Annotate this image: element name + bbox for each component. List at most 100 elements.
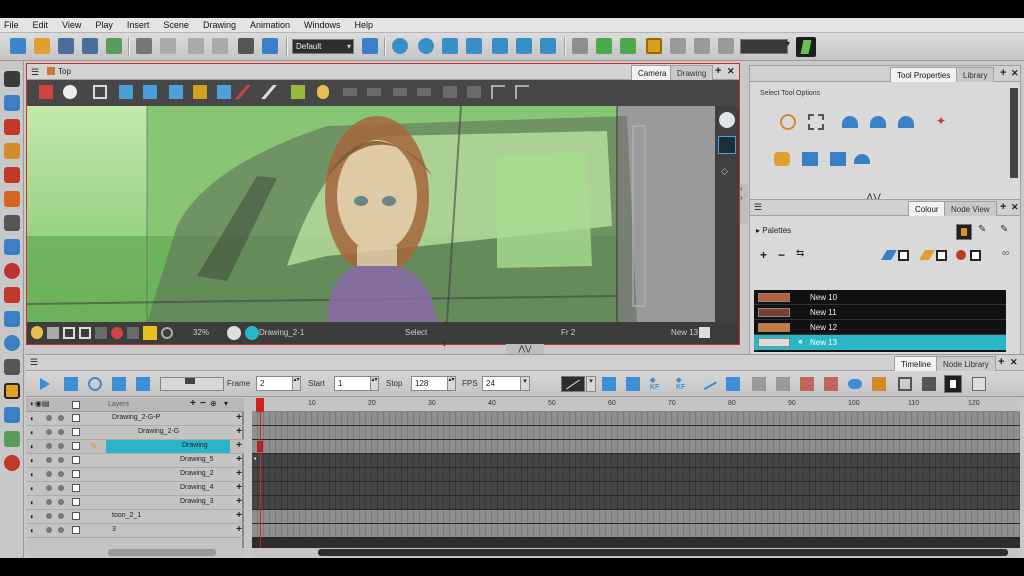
- layer-row[interactable]: ◐ ✎ Drawing +: [26, 440, 244, 454]
- frame-icon[interactable]: [63, 327, 75, 339]
- settings-gear-icon[interactable]: [63, 85, 77, 99]
- workspace-select[interactable]: Default ▾: [292, 39, 354, 54]
- close-icon[interactable]: ✕: [1011, 68, 1019, 79]
- lock-dot-icon[interactable]: [46, 457, 52, 463]
- playhead-handle[interactable]: [256, 398, 264, 412]
- swatch-row[interactable]: New 11: [754, 305, 1006, 320]
- create-drawing-icon[interactable]: [626, 377, 640, 391]
- frame-row[interactable]: [252, 426, 1020, 440]
- lock-dot-icon[interactable]: [46, 527, 52, 533]
- frame-row[interactable]: [252, 482, 1020, 496]
- remove-colour-icon[interactable]: −: [778, 248, 785, 262]
- select-tool-icon[interactable]: [4, 71, 20, 87]
- eraser-tool-icon[interactable]: [4, 191, 20, 207]
- playback-speed-slider[interactable]: [160, 377, 224, 391]
- light-table-icon[interactable]: [169, 85, 183, 99]
- unpaint-icon[interactable]: [956, 250, 966, 260]
- layer-checkbox[interactable]: [72, 498, 80, 506]
- dropper-tool-icon[interactable]: [4, 263, 20, 279]
- start-spinner[interactable]: ▴▾: [370, 376, 379, 391]
- zoom-level[interactable]: 32%: [193, 328, 209, 337]
- overlay-icon[interactable]: [443, 86, 457, 98]
- undo-icon[interactable]: [136, 38, 152, 54]
- menu-animation[interactable]: Animation: [250, 20, 290, 30]
- tab-drawing[interactable]: Drawing: [670, 65, 714, 80]
- lock-dot-icon[interactable]: [46, 499, 52, 505]
- reset-view-icon[interactable]: [217, 85, 231, 99]
- menu-edit[interactable]: Edit: [33, 20, 49, 30]
- align-top-icon[interactable]: [515, 85, 529, 99]
- save-icon[interactable]: [58, 38, 74, 54]
- peg-icon[interactable]: [646, 38, 662, 54]
- gear-icon[interactable]: [227, 326, 241, 340]
- apply-to-all-icon[interactable]: [774, 152, 790, 166]
- layer-checkbox[interactable]: [72, 470, 80, 478]
- menu-hamburger-icon[interactable]: ☰: [31, 67, 39, 78]
- pivot-icon[interactable]: [418, 38, 434, 54]
- frame-row[interactable]: [252, 412, 1020, 426]
- pin-red-icon[interactable]: ✦: [936, 114, 946, 128]
- solo-dot-icon[interactable]: [58, 485, 64, 491]
- display-icon[interactable]: [417, 88, 431, 96]
- menu-help[interactable]: Help: [355, 20, 374, 30]
- view-eye-icon[interactable]: [719, 112, 735, 128]
- light-bulb-icon[interactable]: [31, 326, 43, 339]
- menu-scene[interactable]: Scene: [163, 20, 189, 30]
- menu-hamburger-icon[interactable]: ☰: [30, 357, 38, 368]
- solo-dot-icon[interactable]: [58, 513, 64, 519]
- new-scene-icon[interactable]: [10, 38, 26, 54]
- visibility-icon[interactable]: ◐: [30, 484, 35, 493]
- lock-dot-icon[interactable]: [46, 485, 52, 491]
- remove-keyframe-icon[interactable]: [718, 38, 734, 54]
- timeline-settings-icon[interactable]: [972, 377, 986, 391]
- workspace-manager-icon[interactable]: [362, 38, 378, 54]
- add-layer-icon[interactable]: +: [236, 468, 242, 479]
- add-layer-icon[interactable]: +: [190, 398, 196, 409]
- menu-play[interactable]: Play: [95, 20, 113, 30]
- smooth-icon[interactable]: [854, 154, 870, 164]
- open-folder-icon[interactable]: [34, 38, 50, 54]
- zoom-tool-icon[interactable]: [4, 311, 20, 327]
- layer-name[interactable]: Drawing_4: [176, 482, 230, 495]
- ease-icon[interactable]: [752, 377, 766, 391]
- visibility-icon[interactable]: ◐: [30, 414, 35, 423]
- stop-motion-icon[interactable]: [726, 377, 740, 391]
- layer-row[interactable]: ◐ Drawing_4 +: [26, 482, 244, 496]
- camera-tool-icon[interactable]: [4, 407, 20, 423]
- visibility-icon[interactable]: ◐: [30, 498, 35, 507]
- remove-keyframe-icon[interactable]: ◆ KF: [676, 376, 685, 391]
- library-icon[interactable]: [262, 38, 278, 54]
- matte-icon[interactable]: [367, 88, 381, 96]
- layer-row[interactable]: ◐ Drawing_5 +: [26, 454, 244, 468]
- lasso-icon[interactable]: [780, 114, 796, 130]
- pen-tablet-icon[interactable]: [796, 37, 816, 57]
- visibility-header-icon[interactable]: ◐◉▤: [30, 399, 49, 408]
- snap-point-icon[interactable]: [870, 116, 886, 128]
- deformer-icon[interactable]: [572, 38, 588, 54]
- pencil-tool-icon[interactable]: [4, 143, 20, 159]
- cup-tool-icon[interactable]: [4, 455, 20, 471]
- colour-select[interactable]: [740, 39, 788, 54]
- visibility-icon[interactable]: ◐: [30, 456, 35, 465]
- flip-icon[interactable]: [802, 152, 818, 166]
- bone-tool-icon[interactable]: [4, 431, 20, 447]
- extend-exposure-icon[interactable]: [848, 379, 862, 389]
- add-layer-icon[interactable]: +: [236, 482, 242, 493]
- layer-name[interactable]: toon_2_1: [108, 510, 230, 523]
- visibility-icon[interactable]: ◐: [30, 428, 35, 437]
- swatch-row[interactable]: New 10: [754, 290, 1006, 305]
- paint-bucket-icon[interactable]: [919, 250, 935, 260]
- layer-properties-icon[interactable]: [898, 377, 912, 391]
- paint-tool-icon[interactable]: [4, 167, 20, 183]
- close-icon[interactable]: ✕: [1011, 202, 1019, 213]
- layer-checkbox[interactable]: [72, 414, 80, 422]
- layer-name[interactable]: Drawing: [106, 440, 230, 453]
- snap-contour-icon[interactable]: [842, 116, 858, 128]
- visibility-icon[interactable]: ◐: [30, 512, 35, 521]
- tab-node-view[interactable]: Node View: [944, 201, 997, 216]
- envelope-deform-icon[interactable]: [620, 38, 636, 54]
- import-icon[interactable]: [106, 38, 122, 54]
- reset-rotate-icon[interactable]: [161, 327, 173, 339]
- scrollbar[interactable]: [1010, 88, 1018, 178]
- record-icon[interactable]: [111, 327, 123, 339]
